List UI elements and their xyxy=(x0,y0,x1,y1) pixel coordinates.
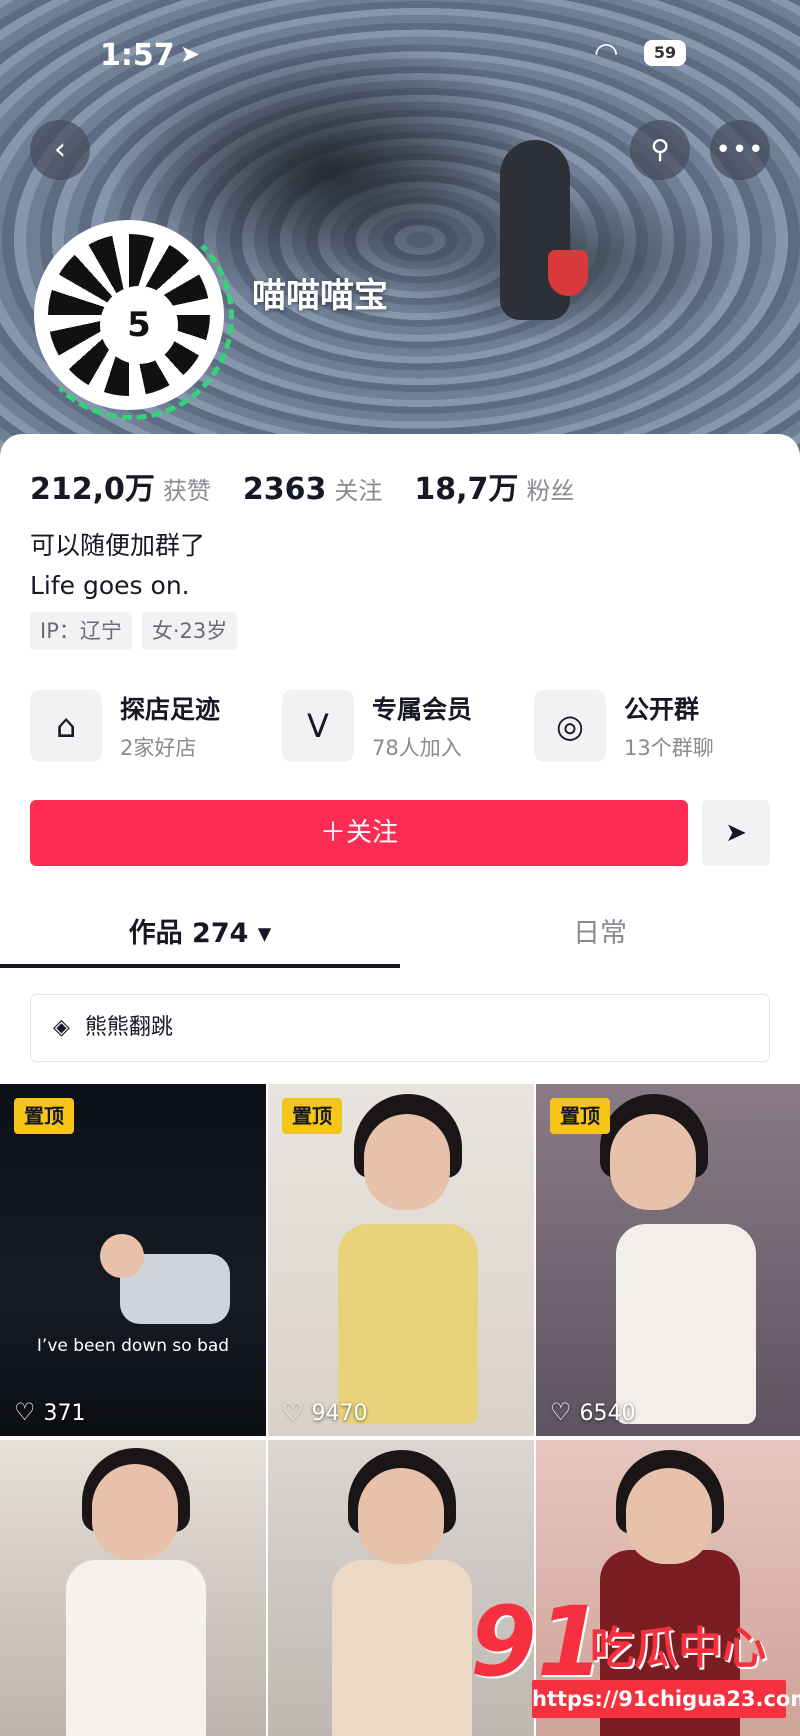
content-tabs: 作品 274 ▾ 日常 xyxy=(0,900,800,968)
status-bar: 1:57 ➤ ◠ 59 xyxy=(0,30,800,80)
stat-followers[interactable]: 18,7万 粉丝 xyxy=(414,464,574,508)
stat-following-number: 2363 xyxy=(242,472,327,507)
thumbnail-face xyxy=(364,1114,450,1210)
pinned-badge: 置顶 xyxy=(550,1098,610,1134)
send-icon: ➤ xyxy=(725,818,747,848)
video-thumbnail[interactable]: 置顶 ♡ 9470 xyxy=(268,1084,534,1436)
video-likes: ♡ 6540 xyxy=(550,1398,636,1426)
video-likes: ♡ 371 xyxy=(14,1398,86,1426)
stat-likes-number: 212,0万 xyxy=(30,472,155,507)
stat-following[interactable]: 2363 关注 xyxy=(243,471,383,507)
tab-works[interactable]: 作品 274 ▾ xyxy=(0,900,400,968)
thumbnail-face xyxy=(626,1468,712,1564)
pinned-badge: 置顶 xyxy=(282,1098,342,1134)
shop-icon: ⌂ xyxy=(30,690,102,762)
feature-row: ⌂ 探店足迹 2家好店 V 专属会员 78人加入 ◎ 公开群 13个群聊 xyxy=(30,686,770,766)
layers-icon: ◈ xyxy=(53,1015,70,1040)
video-caption: I’ve been down so bad xyxy=(36,1336,230,1356)
video-likes: ♡ 9470 xyxy=(282,1398,368,1426)
follow-button[interactable]: ＋关注 xyxy=(30,800,688,866)
profile-tags: IP：辽宁 女·23岁 xyxy=(30,612,247,650)
stat-followers-number: 18,7万 xyxy=(414,472,519,507)
v-member-icon: V xyxy=(282,690,354,762)
tag-ip: IP：辽宁 xyxy=(30,612,132,650)
bio-line-2: Life goes on. xyxy=(30,571,190,600)
thumbnail-face xyxy=(358,1468,444,1564)
feature-member-sub: 78人加入 xyxy=(372,736,462,760)
video-likes-count: 9470 xyxy=(311,1401,368,1426)
thumbnail-face xyxy=(610,1114,696,1210)
heart-icon: ♡ xyxy=(14,1398,36,1426)
watermark-url: https://91chigua23.com xyxy=(532,1680,800,1718)
thumbnail-face xyxy=(100,1234,144,1278)
more-icon: ••• xyxy=(715,135,765,165)
bio: 可以随便加群了 Life goes on. xyxy=(30,526,205,606)
video-thumbnail[interactable]: 置顶 ♡ 6540 xyxy=(536,1084,800,1436)
collection-label: 熊熊翻跳 xyxy=(84,1015,173,1040)
search-button[interactable]: ⚲ xyxy=(630,120,690,180)
stat-following-label: 关注 xyxy=(334,477,383,505)
stat-likes-label: 获赞 xyxy=(162,477,211,505)
avatar[interactable]: 5 xyxy=(34,220,224,410)
feature-shop-title: 探店足迹 xyxy=(120,695,221,724)
avatar-text: 5 xyxy=(100,286,178,364)
chevron-left-icon: ‹ xyxy=(54,132,66,167)
feature-shop-visits[interactable]: ⌂ 探店足迹 2家好店 xyxy=(30,686,270,766)
feature-membership[interactable]: V 专属会员 78人加入 xyxy=(282,686,522,766)
thumbnail-face xyxy=(92,1464,178,1560)
pinned-badge: 置顶 xyxy=(14,1098,74,1134)
watermark-text: 吃瓜中心 xyxy=(590,1623,766,1674)
wifi-icon: ◠ xyxy=(594,36,619,69)
tab-daily[interactable]: 日常 xyxy=(400,900,800,968)
heart-icon: ♡ xyxy=(550,1398,572,1426)
tab-active-indicator xyxy=(0,964,400,968)
bio-line-1: 可以随便加群了 xyxy=(30,531,206,560)
battery-icon: 59 xyxy=(644,40,686,66)
location-arrow-icon: ➤ xyxy=(180,40,201,68)
share-button[interactable]: ➤ xyxy=(702,800,770,866)
feature-group-title: 公开群 xyxy=(624,695,700,724)
thumbnail-figure xyxy=(616,1224,756,1424)
thumbnail-figure xyxy=(66,1560,206,1736)
collection-chip[interactable]: ◈ 熊熊翻跳 xyxy=(30,994,770,1062)
cover-swan-beak xyxy=(548,250,588,296)
back-button[interactable]: ‹ xyxy=(30,120,90,180)
heart-icon: ♡ xyxy=(282,1398,304,1426)
chat-group-icon: ◎ xyxy=(534,690,606,762)
thumbnail-figure xyxy=(338,1224,478,1424)
video-thumbnail[interactable] xyxy=(0,1440,266,1736)
status-time: 1:57 xyxy=(100,38,175,73)
more-button[interactable]: ••• xyxy=(710,120,770,180)
feature-group-sub: 13个群聊 xyxy=(624,736,714,760)
stat-followers-label: 粉丝 xyxy=(526,477,575,505)
video-likes-count: 371 xyxy=(43,1401,86,1426)
feature-shop-sub: 2家好店 xyxy=(120,736,197,760)
stat-likes[interactable]: 212,0万 获赞 xyxy=(30,464,211,508)
feature-member-title: 专属会员 xyxy=(372,695,473,724)
search-icon: ⚲ xyxy=(650,135,670,165)
nickname: 喵喵喵宝 xyxy=(252,276,388,316)
avatar-pattern: 5 xyxy=(48,234,210,396)
feature-public-group[interactable]: ◎ 公开群 13个群聊 xyxy=(534,686,774,766)
thumbnail-figure xyxy=(332,1560,472,1736)
video-likes-count: 6540 xyxy=(579,1401,636,1426)
video-thumbnail[interactable]: I’ve been down so bad 置顶 ♡ 371 xyxy=(0,1084,266,1436)
tag-gender-age: 女·23岁 xyxy=(141,612,238,650)
stats-row: 212,0万 获赞 2363 关注 18,7万 粉丝 xyxy=(30,464,606,508)
